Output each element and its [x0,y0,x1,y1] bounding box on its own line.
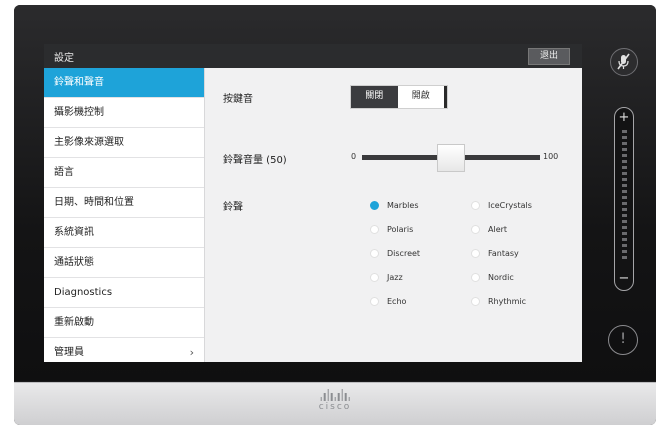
ringtone-option-alert[interactable]: Alert [471,225,507,234]
ringtone-option-echo[interactable]: Echo [370,297,406,306]
sidebar-item-date-time-location[interactable]: 日期、時間和位置 [44,188,204,218]
settings-sidebar: 鈴聲和聲音 攝影機控制 主影像來源選取 語言 日期、時間和位置 系統資訊 通話狀… [44,68,205,362]
chevron-right-icon: › [189,346,194,359]
radio-icon [370,297,379,306]
sidebar-item-language[interactable]: 語言 [44,158,204,188]
ringtone-volume-slider-thumb[interactable] [437,144,465,172]
ringtone-option-label: Marbles [387,201,419,210]
ringtone-option-icecrystals[interactable]: IceCrystals [471,201,532,210]
mute-icon [617,53,630,70]
ringtone-option-fantasy[interactable]: Fantasy [471,249,519,258]
device-bottom-bezel: cisco [14,382,656,425]
sidebar-item-camera-control[interactable]: 攝影機控制 [44,98,204,128]
volume-max-label: 100 [543,152,559,161]
radio-icon [471,201,480,210]
sidebar-item-restart[interactable]: 重新啟動 [44,308,204,338]
ringtone-option-label: Rhythmic [488,297,526,306]
ringtone-option-label: Nordic [488,273,514,282]
ringtone-option-label: IceCrystals [488,201,532,210]
cisco-logo: cisco [319,389,352,412]
ringtone-volume-label: 鈴聲音量 (50) [223,155,287,166]
sidebar-item-call-status[interactable]: 通話狀態 [44,248,204,278]
sidebar-item-diagnostics[interactable]: Diagnostics [44,278,204,308]
ringtone-option-jazz[interactable]: Jazz [370,273,403,282]
cisco-wordmark: cisco [318,402,352,412]
keytones-off-option[interactable]: 關閉 [351,86,398,108]
ringtone-option-nordic[interactable]: Nordic [471,273,514,282]
volume-plus-icon[interactable]: + [615,110,633,126]
radio-icon [370,273,379,282]
volume-min-label: 0 [351,152,357,161]
touch-screen: 設定 退出 鈴聲和聲音 攝影機控制 主影像來源選取 語言 日期、時間和位置 系統… [44,44,582,362]
radio-icon [370,249,379,258]
exit-button[interactable]: 退出 [528,48,570,65]
page-title: 設定 [54,53,74,64]
ringtone-option-label: Echo [387,297,407,306]
radio-icon [471,273,480,282]
sidebar-item-ringtones-and-sounds[interactable]: 鈴聲和聲音 [44,68,204,98]
ringtone-option-label: Alert [488,225,508,234]
keytones-toggle[interactable]: 關閉 開啟 [350,85,448,109]
cisco-logo-bars [319,389,352,401]
sidebar-item-administrator[interactable]: 管理員 › [44,338,204,362]
radio-icon [471,225,480,234]
sidebar-item-main-source[interactable]: 主影像來源選取 [44,128,204,158]
alert-button[interactable]: ! [608,325,638,355]
radio-icon [471,249,480,258]
radio-icon [370,225,379,234]
ringtone-option-label: Jazz [387,273,403,282]
settings-content: 按鍵音 關閉 開啟 鈴聲音量 (50) 0 100 鈴聲 Marbles Pol… [205,68,582,362]
sidebar-item-system-info[interactable]: 系統資訊 [44,218,204,248]
alert-icon: ! [620,331,626,347]
ringtone-option-label: Discreet [387,249,421,258]
mute-button[interactable] [610,48,638,76]
keytones-on-option[interactable]: 開啟 [397,86,447,108]
sidebar-item-label: 管理員 [54,347,84,358]
ringtone-option-marbles[interactable]: Marbles [370,201,418,210]
radio-icon [471,297,480,306]
ringtone-option-discreet[interactable]: Discreet [370,249,420,258]
title-bar: 設定 退出 [44,44,582,68]
ringtone-option-label: Polaris [387,225,414,234]
ringtone-option-rhythmic[interactable]: Rhythmic [471,297,526,306]
ringtone-option-polaris[interactable]: Polaris [370,225,413,234]
keytones-label: 按鍵音 [223,94,253,105]
ringtone-option-label: Fantasy [488,249,519,258]
radio-selected-icon [370,201,379,210]
volume-minus-icon[interactable]: − [615,272,633,286]
volume-control[interactable]: + − [614,107,634,291]
volume-level-ticks [622,130,627,262]
ringtone-label: 鈴聲 [223,202,243,213]
